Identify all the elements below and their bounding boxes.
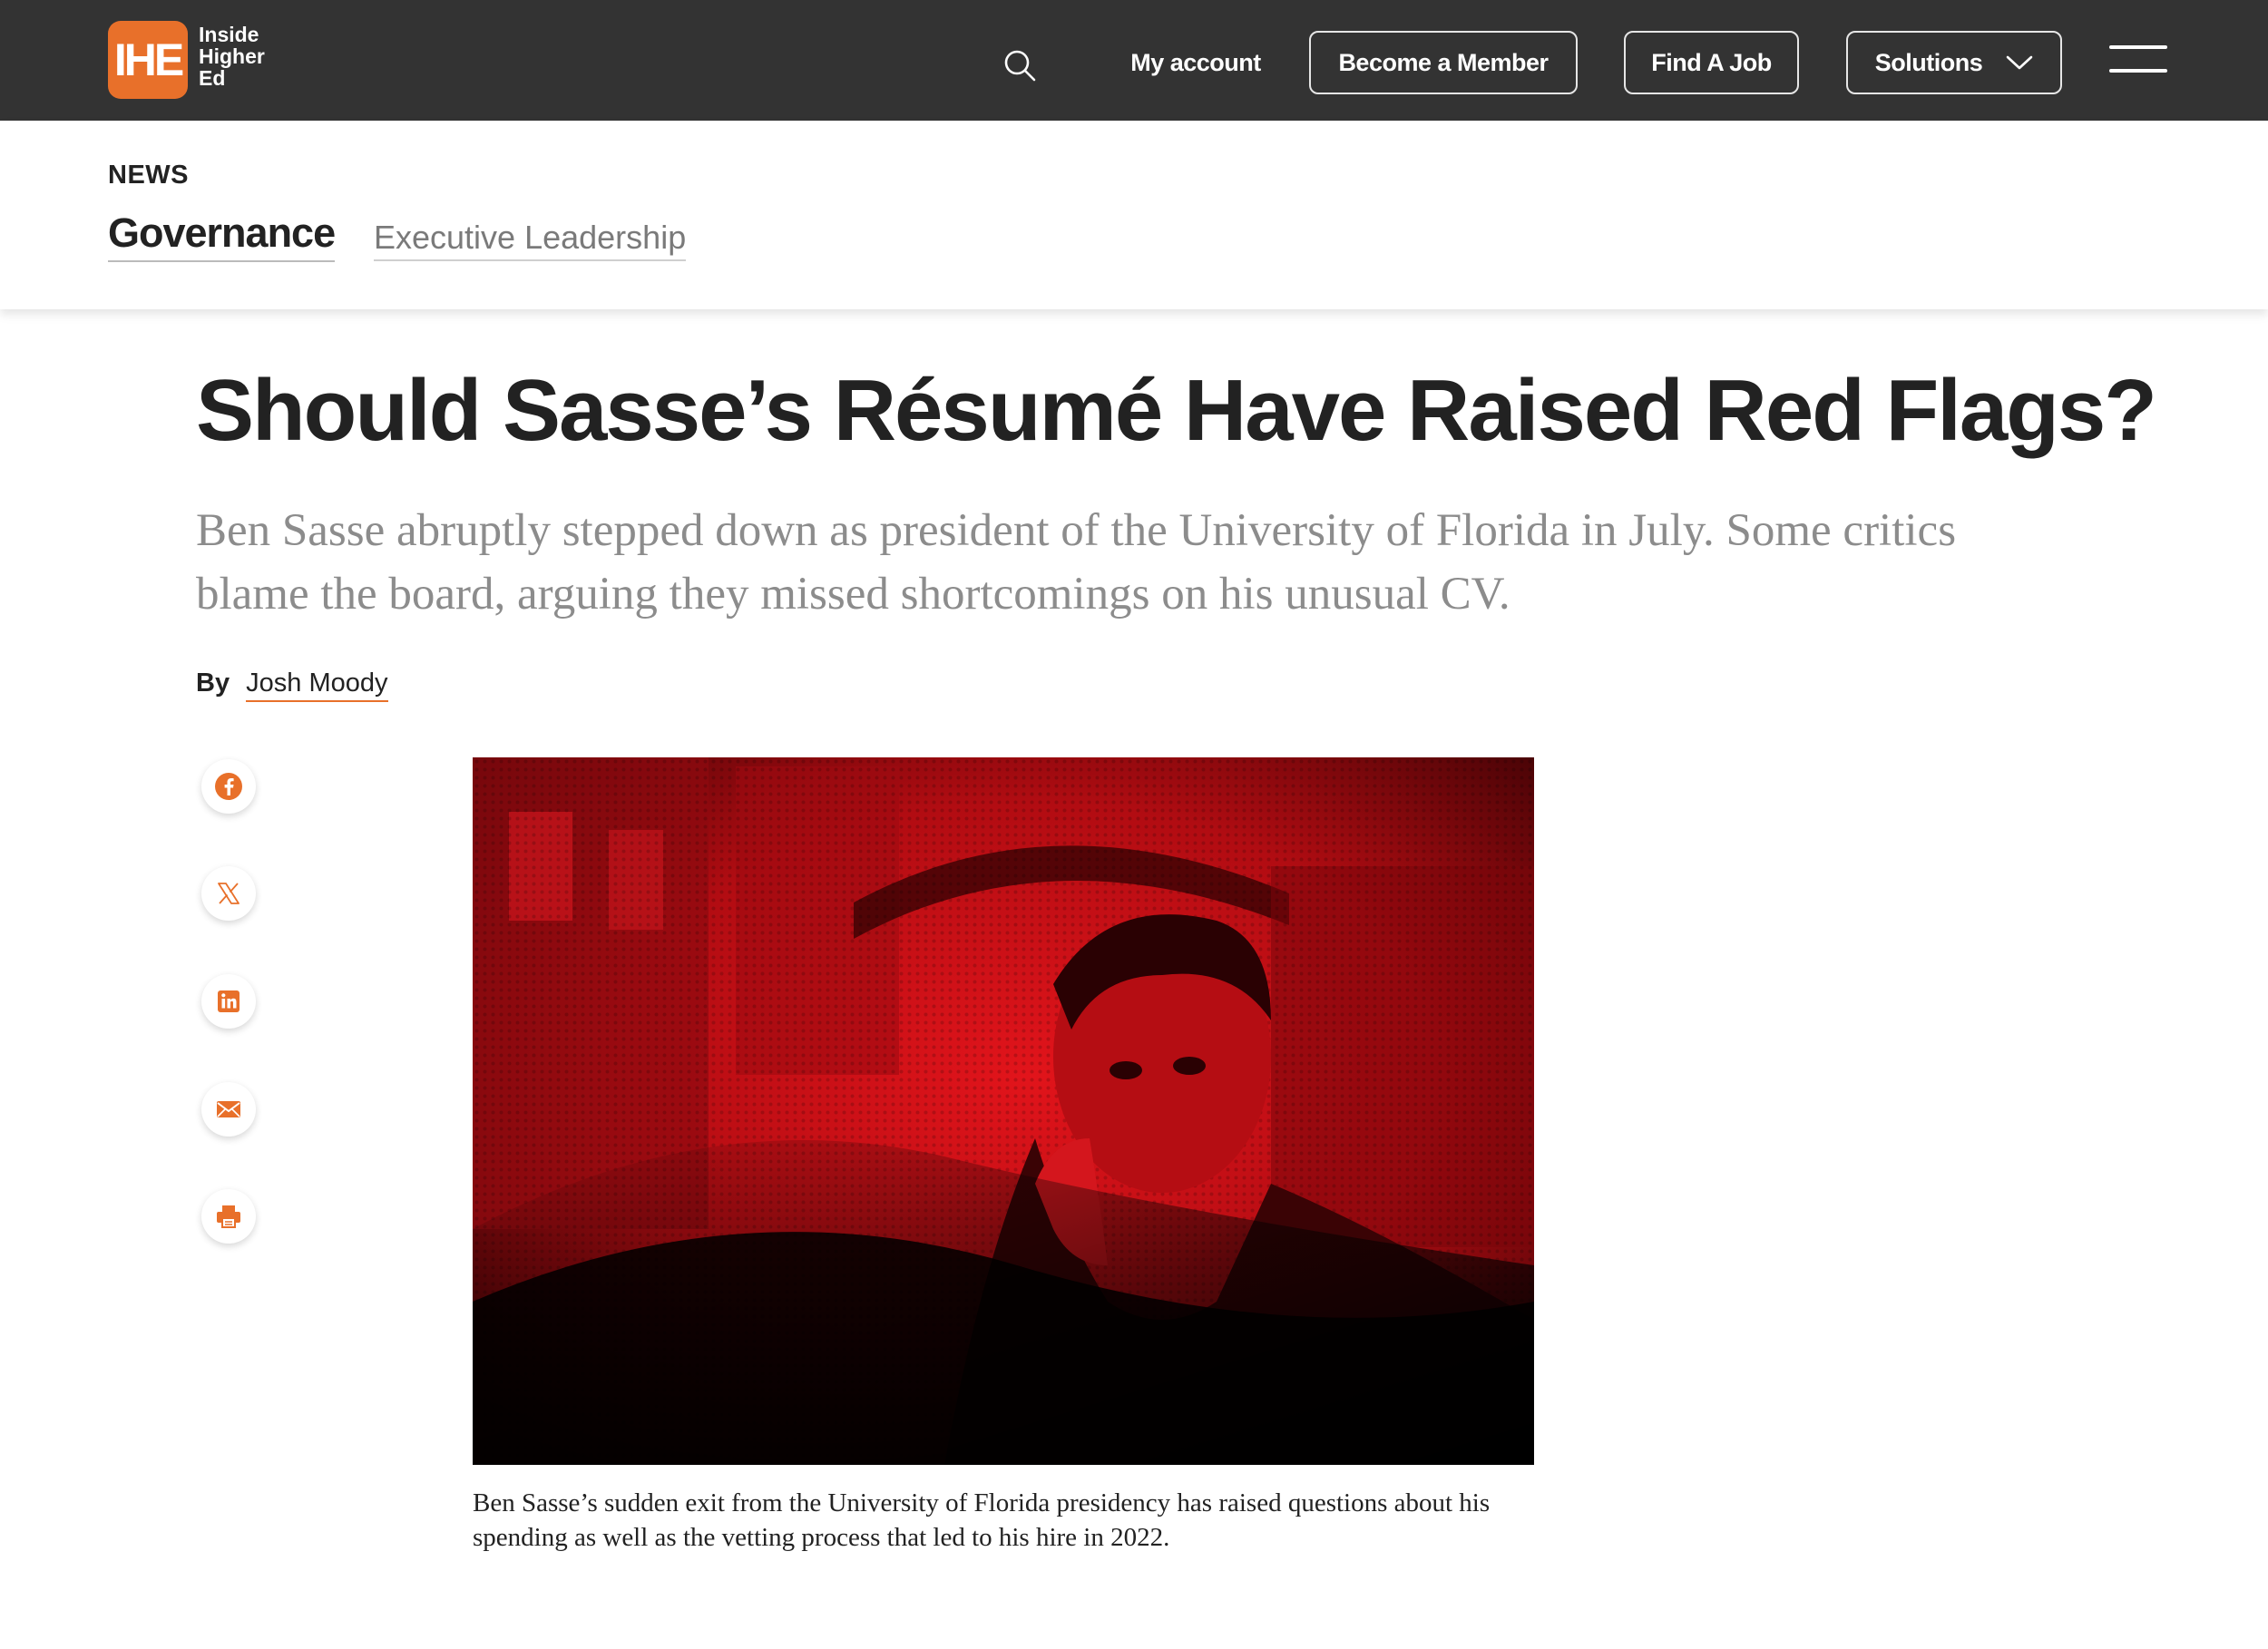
find-job-label: Find A Job [1651,48,1772,76]
hero-photo-illustration [473,757,1534,1465]
share-x-button[interactable] [201,866,256,921]
print-icon [217,1205,240,1228]
facebook-icon [215,773,242,800]
brand-line: Higher [199,44,265,68]
become-member-label: Become a Member [1338,48,1549,76]
author-link[interactable]: Josh Moody [246,668,388,702]
brand-line: Ed [199,66,226,90]
article-hero-image [473,757,1534,1465]
section-kicker[interactable]: NEWS [108,161,189,190]
brand-name[interactable]: Inside Higher Ed [199,24,280,89]
share-facebook-button[interactable] [201,759,256,814]
top-navigation-bar: IHE Inside Higher Ed My account Become a… [0,0,2268,121]
linkedin-icon [218,990,240,1012]
byline-prefix: By [196,668,230,698]
x-icon [218,883,240,904]
hamburger-line [2109,69,2167,73]
article-headline: Should Sasse’s Résumé Have Raised Red Fl… [196,362,2157,459]
become-member-button[interactable]: Become a Member [1309,31,1578,94]
my-account-label: My account [1130,48,1261,76]
search-icon[interactable] [1003,49,1036,82]
category-governance[interactable]: Governance [108,210,336,262]
image-caption: Ben Sasse’s sudden exit from the Univers… [473,1488,1491,1552]
solutions-label: Solutions [1874,48,1983,76]
solutions-dropdown[interactable]: Solutions [1846,31,2062,94]
brand-line: Inside [199,23,259,46]
share-linkedin-button[interactable] [201,974,256,1029]
ihe-logo[interactable]: IHE [108,21,188,99]
hamburger-line [2109,45,2167,49]
share-email-button[interactable] [201,1082,256,1137]
logo-mark: IHE [113,34,184,85]
chevron-down-icon [2006,55,2033,70]
my-account-link[interactable]: My account [1119,31,1273,94]
byline: By Josh Moody [196,668,388,702]
hamburger-menu-icon[interactable] [2109,45,2167,74]
find-job-button[interactable]: Find A Job [1624,31,1799,94]
section-header: NEWS Governance Executive Leadership [0,121,2268,309]
category-executive-leadership[interactable]: Executive Leadership [374,219,687,261]
email-icon [217,1101,240,1117]
print-button[interactable] [201,1189,256,1244]
article-dek: Ben Sasse abruptly stepped down as presi… [196,505,1957,620]
